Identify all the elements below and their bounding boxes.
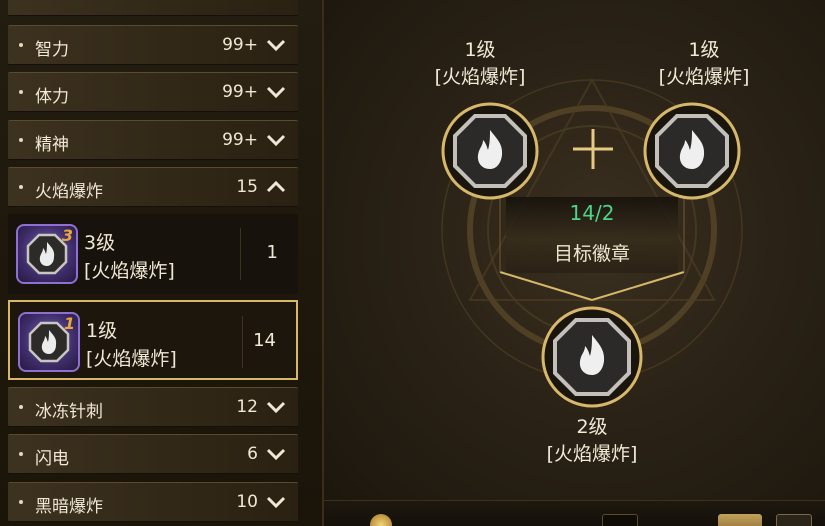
category-label: 冰冻针刺	[35, 402, 103, 422]
category-count: 15	[236, 177, 258, 197]
badge-level-mark: 1	[63, 314, 75, 333]
input-slot-right[interactable]	[642, 101, 742, 201]
chevron-down-icon[interactable]	[266, 133, 286, 147]
bullet-dot	[19, 452, 23, 456]
output-label: 2级 [火焰爆炸]	[527, 414, 657, 468]
bullet-dot	[19, 185, 23, 189]
category-row-fire-blast[interactable]: 火焰爆炸 15	[8, 167, 298, 207]
target-badge-box: 14/2 目标徽章	[506, 197, 678, 273]
output-slot[interactable]	[540, 305, 644, 409]
badge-item-level: 1级	[86, 320, 118, 342]
category-label: 精神	[35, 135, 69, 155]
bullet-dot	[19, 405, 23, 409]
input-right-name: [火焰爆炸]	[658, 66, 750, 88]
chevron-down-icon[interactable]	[266, 495, 286, 509]
input-left-name: [火焰爆炸]	[434, 66, 526, 88]
bullet-dot	[19, 500, 23, 504]
badge-level-mark: 3	[61, 226, 73, 245]
category-row-lightning[interactable]: 闪电 6	[8, 434, 298, 474]
category-row-frost-needle[interactable]: 冰冻针刺 12	[8, 387, 298, 427]
category-row-dark-blast[interactable]: 黑暗爆炸 10	[8, 482, 298, 522]
checkbox[interactable]	[602, 514, 638, 526]
output-level: 2级	[576, 416, 608, 438]
menu-icon[interactable]	[776, 514, 812, 526]
input-left-label: 1级 [火焰爆炸]	[415, 37, 545, 91]
badge-item-qty: 14	[253, 330, 276, 351]
category-count: 99+	[222, 130, 258, 150]
fire-badge-icon	[541, 306, 643, 408]
input-right-label: 1级 [火焰爆炸]	[639, 37, 769, 91]
category-count: 12	[236, 397, 258, 417]
category-count: 99+	[222, 82, 258, 102]
badge-item-fire-lv3[interactable]: 3 3级 [火焰爆炸] 1	[8, 214, 298, 294]
category-row-partial[interactable]	[8, 0, 298, 16]
badge-item-name: [火焰爆炸]	[84, 260, 175, 282]
badge-frame: 3	[16, 224, 78, 284]
chevron-down-icon[interactable]	[266, 400, 286, 414]
input-slot-left[interactable]	[440, 101, 540, 201]
plus-icon	[573, 129, 613, 169]
bullet-dot	[19, 90, 23, 94]
category-count: 10	[236, 492, 258, 512]
fire-badge-icon	[643, 102, 741, 200]
badge-category-list: 智力 99+ 体力 99+ 精神 99+ 火焰爆炸 15 3 3级 [火焰爆炸]…	[0, 0, 324, 526]
fire-badge-icon	[441, 102, 539, 200]
target-badge-label: 目标徽章	[553, 243, 630, 265]
badge-frame: 1	[18, 312, 80, 372]
chevron-down-icon[interactable]	[266, 38, 286, 52]
bullet-dot	[19, 138, 23, 142]
divider	[242, 316, 243, 368]
category-label: 智力	[35, 40, 69, 60]
badge-synthesis-screen: 智力 99+ 体力 99+ 精神 99+ 火焰爆炸 15 3 3级 [火焰爆炸]…	[0, 0, 825, 526]
category-label: 黑暗爆炸	[35, 497, 103, 517]
input-left-level: 1级	[464, 39, 496, 61]
category-label: 火焰爆炸	[35, 182, 103, 202]
category-row-intellect[interactable]: 智力 99+	[8, 25, 298, 65]
synthesis-progress: 14/2	[569, 201, 615, 225]
category-row-spirit[interactable]: 精神 99+	[8, 120, 298, 160]
bullet-dot	[19, 43, 23, 47]
output-name: [火焰爆炸]	[546, 443, 638, 465]
divider	[240, 228, 241, 280]
badge-item-qty: 1	[266, 242, 278, 263]
input-right-level: 1级	[688, 39, 720, 61]
category-count: 99+	[222, 35, 258, 55]
action-button[interactable]	[718, 514, 762, 526]
badge-item-name: [火焰爆炸]	[86, 348, 177, 370]
category-label: 体力	[35, 87, 69, 107]
badge-item-fire-lv1[interactable]: 1 1级 [火焰爆炸] 14	[8, 300, 298, 380]
chevron-down-icon[interactable]	[266, 85, 286, 99]
category-label: 闪电	[35, 449, 69, 469]
chevron-up-icon[interactable]	[266, 180, 286, 194]
chevron-down-icon[interactable]	[266, 447, 286, 461]
badge-item-level: 3级	[84, 232, 116, 254]
category-count: 6	[247, 444, 258, 464]
category-row-stamina[interactable]: 体力 99+	[8, 72, 298, 112]
